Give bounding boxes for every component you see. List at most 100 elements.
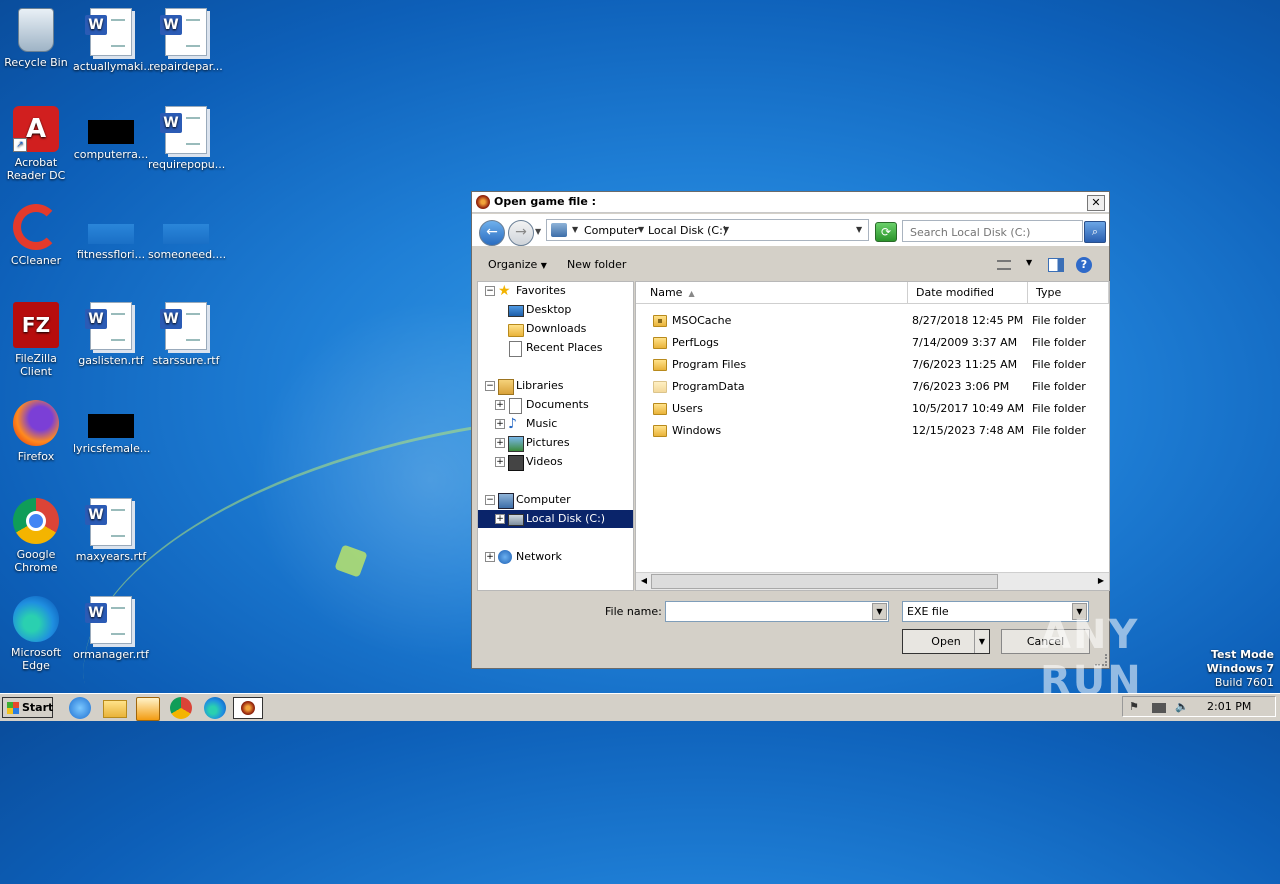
collapse-icon[interactable]: − [485, 286, 495, 296]
expand-icon[interactable]: + [495, 438, 505, 448]
nav-item-videos[interactable]: + Videos [478, 453, 633, 471]
nav-label: Libraries [516, 379, 564, 392]
nav-item-local-disk[interactable]: + Local Disk (C:) [478, 510, 633, 528]
desktop-icon-file[interactable]: maxyears.rtf [73, 498, 149, 563]
recycle-bin-icon [18, 8, 54, 52]
refresh-button[interactable]: ⟳ [875, 222, 897, 242]
nav-item-documents[interactable]: + Documents [478, 396, 633, 414]
scroll-left-icon[interactable]: ◀ [638, 575, 650, 587]
expand-icon[interactable]: + [485, 552, 495, 562]
breadcrumb-local-disk[interactable]: Local Disk (C:) [648, 224, 727, 237]
chevron-down-icon[interactable]: ▼ [638, 225, 644, 234]
game-app-taskbar-icon[interactable] [233, 697, 263, 719]
nav-item-music[interactable]: + ♪ Music [478, 415, 633, 433]
collapse-icon[interactable]: − [485, 381, 495, 391]
open-options-dropdown[interactable]: ▼ [974, 630, 989, 653]
desktop-icon-file[interactable]: repairdepar... [148, 8, 224, 73]
computer-icon [551, 223, 567, 237]
action-center-flag-icon[interactable]: ⚑ [1129, 700, 1143, 714]
views-icon[interactable] [997, 260, 1011, 270]
clock[interactable]: 2:01 PM [1207, 700, 1251, 713]
expand-icon[interactable]: + [495, 514, 505, 524]
desktop-icon-chrome[interactable]: Google Chrome [0, 498, 74, 574]
nav-item-libraries[interactable]: − Libraries [478, 377, 633, 395]
search-input[interactable] [908, 222, 1082, 242]
file-name-combobox[interactable]: ▼ [665, 601, 889, 622]
column-header-name[interactable]: Name ▲ [636, 282, 908, 304]
scrollbar-thumb[interactable] [651, 574, 998, 589]
chevron-down-icon[interactable]: ▼ [572, 225, 578, 234]
file-row[interactable]: ProgramData 7/6/2023 3:06 PM File folder [636, 376, 1109, 398]
file-row[interactable]: Windows 12/15/2023 7:48 AM File folder [636, 420, 1109, 442]
videos-icon [508, 455, 524, 471]
expand-icon[interactable]: + [495, 457, 505, 467]
desktop-icon-file[interactable]: someoneed.... [148, 204, 226, 261]
help-icon[interactable]: ? [1076, 257, 1092, 273]
nav-item-recent-places[interactable]: Recent Places [478, 339, 633, 357]
preview-pane-icon[interactable] [1048, 258, 1064, 272]
scroll-right-icon[interactable]: ▶ [1095, 575, 1107, 587]
file-date: 10/5/2017 10:49 AM [912, 402, 1025, 415]
explorer-folder-icon[interactable] [103, 700, 127, 718]
back-button[interactable]: ← [479, 220, 505, 246]
recent-pages-dropdown[interactable]: ▼ [535, 227, 541, 236]
chevron-down-icon[interactable]: ▼ [723, 225, 729, 234]
forward-button[interactable]: → [508, 220, 534, 246]
nav-item-computer[interactable]: − Computer [478, 491, 633, 509]
file-row[interactable]: Program Files 7/6/2023 11:25 AM File fol… [636, 354, 1109, 376]
desktop-icon-file[interactable]: computerra... [73, 106, 149, 161]
desktop-icon-file[interactable]: ormanager.rtf [73, 596, 149, 661]
network-tray-icon[interactable] [1152, 703, 1166, 713]
nav-item-pictures[interactable]: + Pictures [478, 434, 633, 452]
address-history-dropdown[interactable]: ▼ [856, 225, 862, 234]
file-row[interactable]: Users 10/5/2017 10:49 AM File folder [636, 398, 1109, 420]
edge-icon[interactable] [204, 697, 226, 719]
desktop-icon-recycle-bin[interactable]: Recycle Bin [0, 8, 74, 69]
desktop-icon-file[interactable]: starssure.rtf [148, 302, 224, 367]
views-dropdown[interactable]: ▼ [1026, 258, 1032, 267]
desktop-icon-acrobat[interactable]: ↗ Acrobat Reader DC [0, 106, 74, 182]
expand-icon[interactable]: + [495, 419, 505, 429]
open-button[interactable]: Open ▼ [902, 629, 990, 654]
organize-button[interactable]: Organize ▼ [488, 258, 547, 271]
collapse-icon[interactable]: − [485, 495, 495, 505]
nav-item-network[interactable]: + Network [478, 548, 633, 566]
desktop-icon-file[interactable]: fitnessflori... [73, 204, 149, 261]
expand-icon[interactable]: + [495, 400, 505, 410]
column-header-type[interactable]: Type [1028, 282, 1109, 304]
horizontal-scrollbar[interactable]: ◀ ▶ [636, 572, 1109, 590]
chevron-down-icon[interactable]: ▼ [872, 603, 887, 620]
desktop-icon-edge[interactable]: Microsoft Edge [0, 596, 74, 672]
desktop-icon-filezilla[interactable]: FileZilla Client [0, 302, 74, 378]
chrome-icon[interactable] [170, 697, 192, 719]
new-folder-button[interactable]: New folder [567, 258, 626, 271]
desktop-icon-firefox[interactable]: Firefox [0, 400, 74, 463]
word-document-icon [160, 302, 207, 350]
search-icon[interactable]: ⌕ [1084, 221, 1106, 243]
folder-icon [653, 337, 667, 349]
volume-icon[interactable]: 🔈 [1175, 700, 1189, 714]
nav-item-downloads[interactable]: Downloads [478, 320, 633, 338]
desktop-icon-ccleaner[interactable]: CCleaner [0, 204, 74, 267]
word-document-icon [85, 302, 132, 350]
desktop-icon-file[interactable]: actuallymaki... [73, 8, 154, 73]
address-bar[interactable]: ▼ Computer ▼ Local Disk (C:) ▼ ▼ [546, 219, 869, 241]
nav-item-favorites[interactable]: − ★ Favorites [478, 282, 633, 300]
start-button[interactable]: Start [2, 697, 53, 718]
desktop-icon-label: FileZilla Client [15, 352, 57, 378]
breadcrumb-computer[interactable]: Computer [584, 224, 639, 237]
desktop-icon-file[interactable]: lyricsfemale... [73, 400, 150, 455]
file-row[interactable]: MSOCache 8/27/2018 12:45 PM File folder [636, 310, 1109, 332]
word-document-icon [160, 8, 207, 56]
dialog-titlebar[interactable]: Open game file : ✕ [472, 192, 1109, 213]
nav-item-desktop[interactable]: Desktop [478, 301, 633, 319]
media-player-icon[interactable] [136, 697, 160, 721]
close-button[interactable]: ✕ [1087, 195, 1105, 211]
desktop-icon-file[interactable]: gaslisten.rtf [73, 302, 149, 367]
column-header-date[interactable]: Date modified [908, 282, 1028, 304]
internet-explorer-icon[interactable] [69, 697, 91, 719]
file-name-input[interactable] [670, 603, 874, 622]
search-box[interactable] [902, 220, 1083, 242]
desktop-icon-file[interactable]: requirepopu... [148, 106, 225, 171]
file-row[interactable]: PerfLogs 7/14/2009 3:37 AM File folder [636, 332, 1109, 354]
